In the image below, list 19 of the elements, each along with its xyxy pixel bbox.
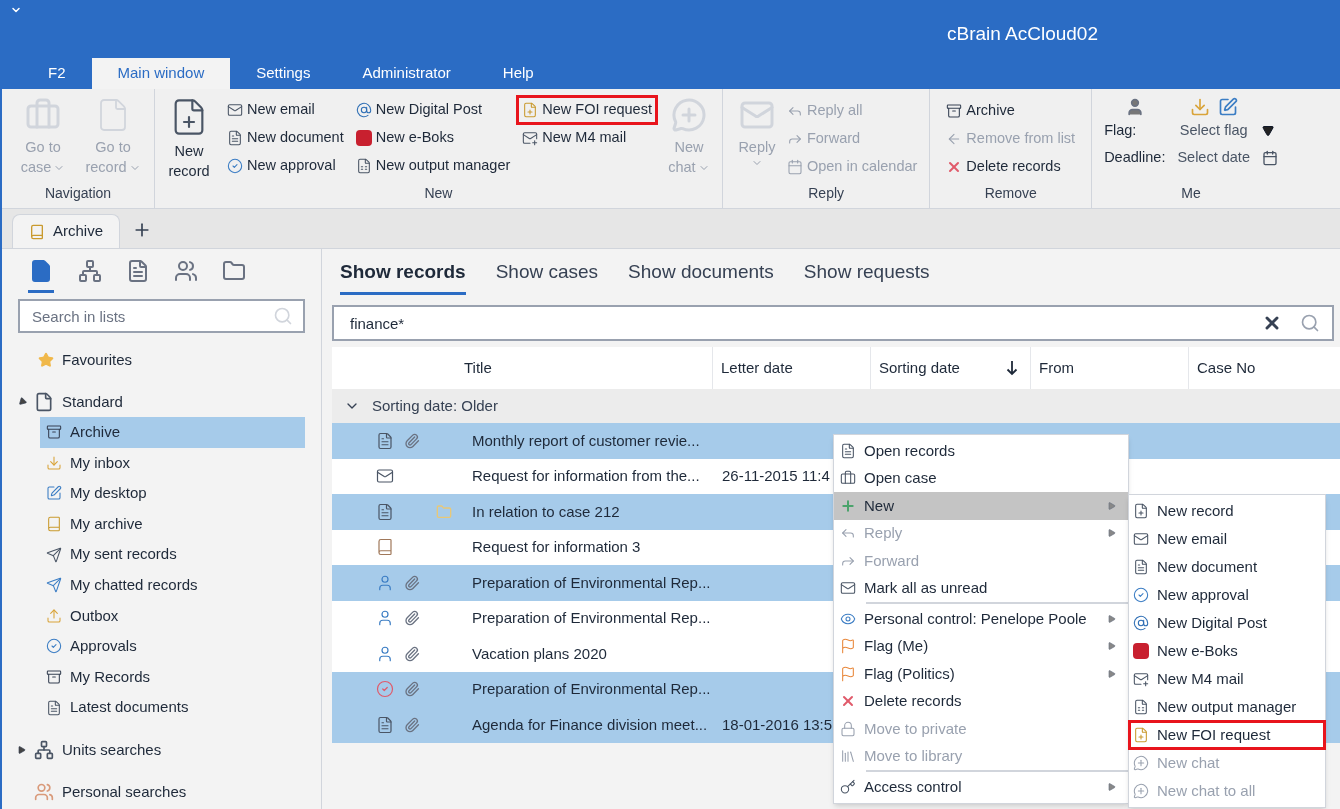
deadline-label: Deadline: bbox=[1104, 148, 1166, 167]
window-title: cBrain AcCloud02 bbox=[946, 22, 1098, 46]
table-cell-text: Monthly report of customer revie... bbox=[471, 430, 701, 451]
table-cell-text: Preparation of Environmental Rep... bbox=[471, 572, 712, 593]
group-label: Reply bbox=[808, 184, 845, 203]
group-label: New bbox=[424, 184, 453, 203]
table-cell-text: Preparation of Environmental Rep... bbox=[471, 679, 712, 699]
table-cell-text: Agenda for Finance division meet... bbox=[471, 714, 709, 735]
table-cell-text: In relation to case 212 bbox=[471, 501, 621, 522]
group-label: Navigation bbox=[44, 184, 112, 203]
table-cell-text: Vacation plans 2020 bbox=[471, 643, 608, 664]
flag-label: Flag: bbox=[1104, 121, 1138, 140]
group-label: Remove bbox=[984, 184, 1037, 203]
group-label: Me bbox=[1181, 184, 1201, 203]
table-cell-text: 26-11-2015 11:4 bbox=[722, 466, 830, 486]
table-cell-text: 18-01-2016 13:5 bbox=[722, 714, 833, 735]
table-cell-text: Preparation of Environmental Rep... bbox=[471, 608, 712, 628]
table-cell-text: Request for information from the... bbox=[471, 466, 701, 486]
table-cell-text: Request for information 3 bbox=[471, 537, 642, 557]
